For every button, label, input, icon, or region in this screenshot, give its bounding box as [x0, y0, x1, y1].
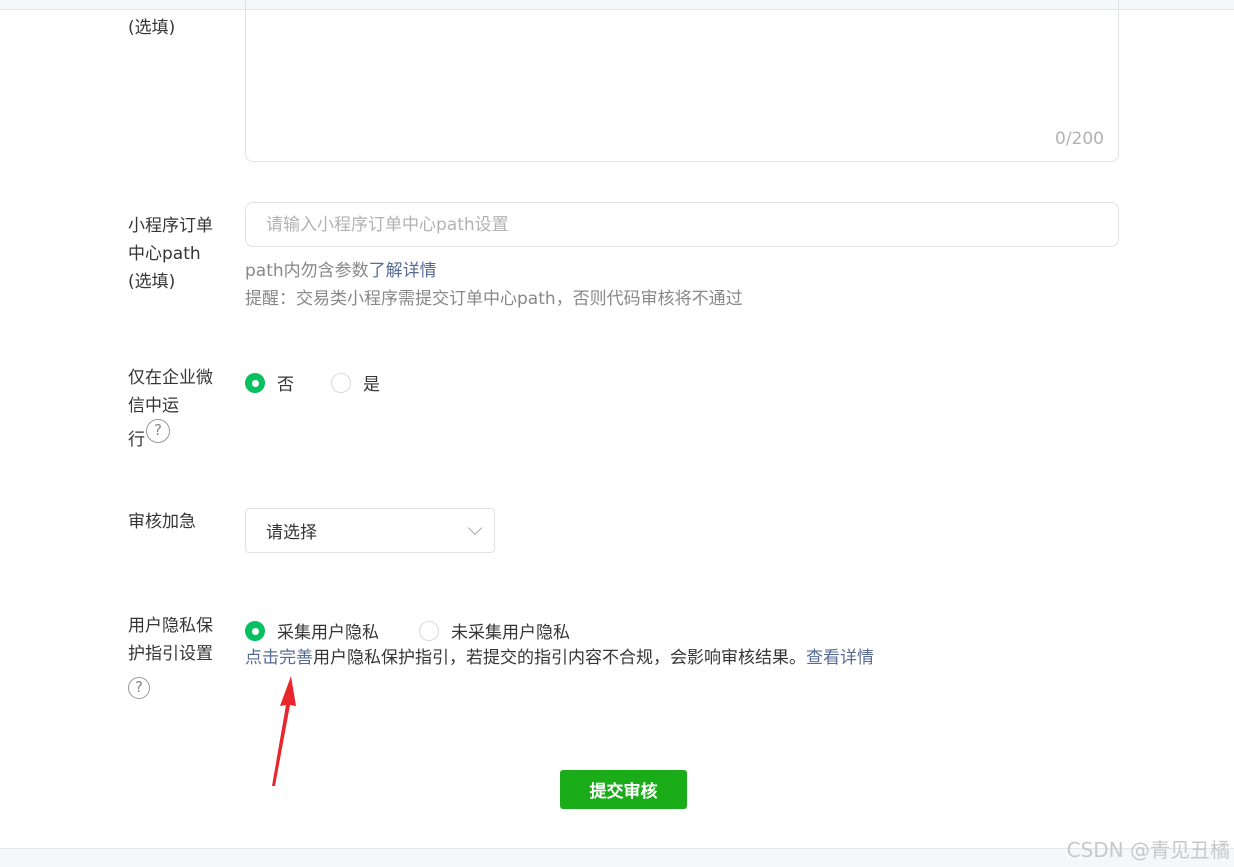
- radio-checked-icon: [245, 620, 265, 641]
- privacy-label: 用户隐私保 护指引设置 ?: [128, 612, 228, 702]
- radio-wecom-no[interactable]: 否: [245, 370, 294, 395]
- wecom-only-label: 仅在企业微 信中运 行?: [128, 364, 228, 454]
- remark-label-suffix: (选填): [128, 18, 176, 38]
- expedite-label: 审核加急: [128, 512, 196, 532]
- radio-checked-icon: [245, 372, 265, 393]
- radio-wecom-yes[interactable]: 是: [331, 370, 380, 395]
- wecom-only-label-line: 信中运: [128, 396, 179, 416]
- order-path-label-line: (选填): [128, 272, 176, 292]
- radio-label: 是: [363, 375, 380, 395]
- view-details-link[interactable]: 查看详情: [806, 648, 874, 668]
- remark-label: (选填): [128, 14, 228, 42]
- radio-privacy-not-collect[interactable]: 未采集用户隐私: [419, 618, 570, 643]
- radio-label: 采集用户隐私: [277, 623, 379, 643]
- radio-unchecked-icon: [419, 620, 439, 641]
- char-counter: 0/200: [1055, 129, 1104, 149]
- learn-more-link[interactable]: 了解详情: [369, 261, 437, 281]
- wecom-only-label-line: 行: [128, 430, 145, 450]
- order-path-hint: path内勿含参数了解详情: [245, 257, 437, 285]
- bottom-bar: [0, 848, 1234, 867]
- question-circle-icon[interactable]: ?: [146, 419, 170, 443]
- remark-textarea[interactable]: 0/200: [245, 0, 1119, 162]
- order-path-input[interactable]: [245, 202, 1119, 247]
- order-path-label-line: 小程序订单: [128, 216, 213, 236]
- watermark: CSDN @青见丑橘: [1066, 838, 1230, 862]
- privacy-note-text: 用户隐私保护指引，若提交的指引内容不合规，会影响审核结果。: [313, 648, 806, 668]
- red-arrow-annotation: [272, 676, 296, 786]
- expedite-select[interactable]: 请选择: [245, 508, 495, 553]
- order-path-label-line: 中心path: [128, 244, 201, 264]
- question-circle-icon[interactable]: ?: [128, 677, 150, 699]
- complete-privacy-link[interactable]: 点击完善: [245, 648, 313, 668]
- privacy-label-line: 护指引设置: [128, 644, 213, 664]
- order-path-hint-text: path内勿含参数: [245, 261, 369, 281]
- privacy-label-line: 用户隐私保: [128, 616, 213, 636]
- radio-unchecked-icon: [331, 372, 351, 393]
- submit-review-button[interactable]: 提交审核: [560, 770, 687, 809]
- order-path-reminder: 提醒：交易类小程序需提交订单中心path，否则代码审核将不通过: [245, 289, 743, 309]
- order-path-label: 小程序订单 中心path (选填): [128, 212, 228, 296]
- wecom-only-label-line: 仅在企业微: [128, 368, 213, 388]
- radio-label: 否: [277, 375, 294, 395]
- privacy-note: 点击完善用户隐私保护指引，若提交的指引内容不合规，会影响审核结果。查看详情: [245, 644, 874, 672]
- radio-label: 未采集用户隐私: [451, 623, 570, 643]
- select-value: 请选择: [266, 523, 317, 543]
- chevron-down-icon: [467, 520, 483, 536]
- radio-privacy-collect[interactable]: 采集用户隐私: [245, 618, 379, 643]
